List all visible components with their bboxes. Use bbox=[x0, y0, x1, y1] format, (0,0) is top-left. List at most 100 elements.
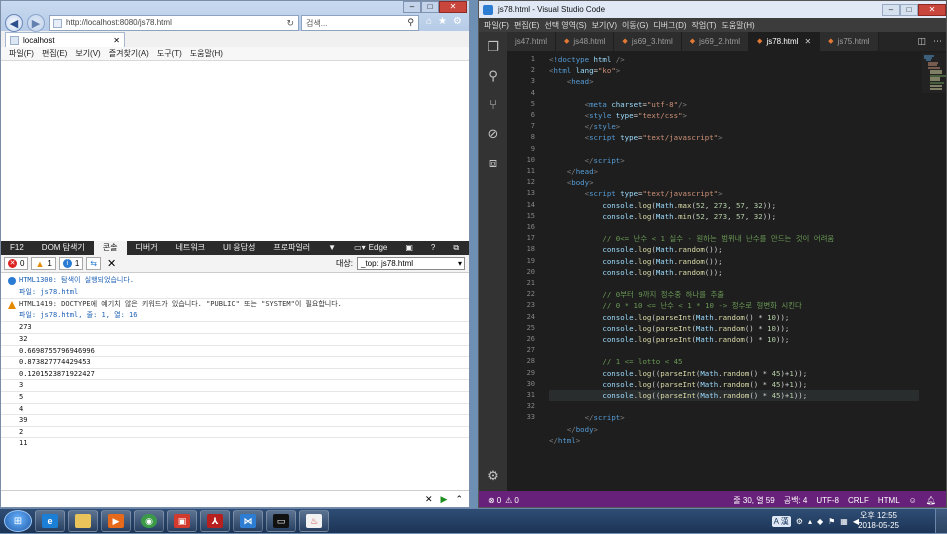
explorer-icon[interactable]: ❐ bbox=[486, 40, 500, 54]
line-ending[interactable]: CRLF bbox=[848, 496, 869, 505]
extensions-icon[interactable]: ⧈ bbox=[486, 156, 500, 170]
forward-button[interactable]: ▶ bbox=[27, 14, 45, 32]
editor-tab[interactable]: ◆ js69_3.html bbox=[614, 32, 682, 51]
indentation[interactable]: 공백: 4 bbox=[784, 495, 808, 506]
taskbar-java[interactable]: ♨ bbox=[299, 510, 329, 532]
gear-icon[interactable]: ⚙ bbox=[453, 16, 462, 27]
flag-icon[interactable]: ⚑ bbox=[828, 517, 835, 526]
ie-menu-favorites[interactable]: 즐겨찾기(A) bbox=[109, 48, 149, 59]
taskbar-app-red[interactable]: ▣ bbox=[167, 510, 197, 532]
smiley-feedback-icon[interactable]: ☺ bbox=[909, 496, 917, 505]
message-source-link[interactable]: 파일: js78.html, 줄: 1, 열: 16 bbox=[1, 310, 469, 322]
editor-tab[interactable]: js47.html bbox=[507, 32, 557, 51]
close-button[interactable]: ✕ bbox=[439, 1, 467, 13]
target-select[interactable]: _top: js78.html ▾ bbox=[357, 257, 465, 270]
source-control-icon[interactable]: ⑂ bbox=[486, 98, 500, 112]
more-tabs-icon[interactable]: ▼ bbox=[319, 241, 345, 255]
expand-input-icon[interactable]: ⌃ bbox=[455, 494, 463, 505]
tray-arrow-icon[interactable]: ▴ bbox=[808, 517, 812, 526]
language-mode[interactable]: HTML bbox=[878, 496, 900, 505]
taskbar-explorer[interactable] bbox=[68, 510, 98, 532]
home-icon[interactable]: ⌂ bbox=[426, 16, 432, 27]
search-icon[interactable]: ⚲ bbox=[486, 69, 500, 83]
minimize-button[interactable]: – bbox=[882, 3, 900, 16]
menu-selection[interactable]: 선택 영역(S) bbox=[544, 20, 586, 31]
minimize-button[interactable]: – bbox=[403, 1, 421, 13]
address-text[interactable]: http://localhost:8080/js78.html bbox=[66, 18, 172, 27]
clear-on-nav-toggle[interactable]: ⇆ bbox=[86, 257, 101, 270]
bell-icon[interactable]: 🔔︎ bbox=[926, 496, 936, 505]
tab-network[interactable]: 네트워크 bbox=[167, 241, 214, 255]
maximize-button[interactable]: □ bbox=[421, 1, 439, 13]
error-filter[interactable]: ✕ 0 bbox=[4, 257, 29, 270]
menu-debug[interactable]: 디버그(D) bbox=[653, 20, 686, 31]
devtools-close-icon[interactable]: ✕ bbox=[468, 241, 469, 255]
start-button[interactable]: ⊞ bbox=[4, 510, 32, 532]
search-input[interactable]: 검색... bbox=[306, 18, 327, 29]
editor-tab[interactable]: ◆ js75.html bbox=[820, 32, 879, 51]
tab-console[interactable]: 콘솔 bbox=[93, 241, 127, 255]
tab-close-icon[interactable]: ✕ bbox=[804, 32, 811, 51]
ie-tab-localhost[interactable]: localhost ✕ bbox=[5, 32, 125, 47]
address-bar[interactable]: http://localhost:8080/js78.html ↻ bbox=[49, 15, 299, 31]
warning-filter[interactable]: ▲ 1 bbox=[31, 257, 56, 270]
show-desktop-button[interactable] bbox=[935, 509, 947, 534]
tab-debugger[interactable]: 디버거 bbox=[127, 241, 167, 255]
search-icon[interactable]: ⚲ bbox=[407, 17, 414, 28]
close-button[interactable]: ✕ bbox=[918, 3, 946, 16]
maximize-button[interactable]: □ bbox=[900, 3, 918, 16]
more-actions-icon[interactable]: ⋯ bbox=[931, 36, 946, 47]
tab-ui-responsiveness[interactable]: UI 응답성 bbox=[214, 241, 264, 255]
clear-input-icon[interactable]: ✕ bbox=[425, 494, 433, 505]
console-input[interactable]: ✕ ▶ ⌃ bbox=[1, 490, 469, 507]
menu-help[interactable]: 도움말(H) bbox=[721, 20, 754, 31]
code-editor[interactable]: 1 2 3 4 5 6 7 8 9 10 11 12 13 14 15 16 17 18 19 20 21 22 23 24 2… bbox=[507, 51, 947, 491]
run-icon[interactable]: ▶ bbox=[441, 494, 448, 505]
editor-tab[interactable]: ◆ js48.html bbox=[556, 32, 615, 51]
tray-app-icon[interactable]: ◆ bbox=[817, 517, 823, 526]
taskbar-vscode[interactable]: ⋈ bbox=[233, 510, 263, 532]
split-editor-icon[interactable]: ◫ bbox=[912, 36, 931, 47]
menu-edit[interactable]: 편집(E) bbox=[514, 20, 539, 31]
ime-indicator[interactable]: A 漢 bbox=[771, 515, 791, 527]
ie-menu-tools[interactable]: 도구(T) bbox=[157, 48, 182, 59]
menu-file[interactable]: 파일(F) bbox=[484, 20, 509, 31]
menu-go[interactable]: 이동(G) bbox=[622, 20, 648, 31]
menu-view[interactable]: 보기(V) bbox=[592, 20, 617, 31]
taskbar-ie[interactable]: e bbox=[35, 510, 65, 532]
refresh-icon[interactable]: ↻ bbox=[286, 18, 294, 29]
taskbar-terminal[interactable]: ▭ bbox=[266, 510, 296, 532]
ime-settings-icon[interactable]: ⚙ bbox=[796, 517, 803, 526]
minimap[interactable] bbox=[922, 53, 947, 93]
problems-indicator[interactable]: ⊗ 0 ⚠ 0 bbox=[488, 496, 519, 505]
clear-console-icon[interactable]: ✕ bbox=[107, 257, 116, 270]
menu-tasks[interactable]: 작업(T) bbox=[692, 20, 717, 31]
help-icon[interactable]: ? bbox=[422, 241, 444, 255]
emulation-selector[interactable]: ▭▾ Edge bbox=[345, 241, 396, 255]
tab-f12[interactable]: F12 bbox=[1, 241, 33, 255]
undock-icon[interactable]: ⧉ bbox=[444, 241, 468, 255]
taskbar-acrobat[interactable]: ⅄ bbox=[200, 510, 230, 532]
search-box[interactable]: 검색... ⚲ bbox=[301, 15, 419, 31]
encoding[interactable]: UTF-8 bbox=[816, 496, 839, 505]
ie-menu-edit[interactable]: 편집(E) bbox=[42, 48, 67, 59]
tab-close-icon[interactable]: ✕ bbox=[113, 36, 120, 45]
message-source-link[interactable]: 파일: js78.html bbox=[1, 287, 469, 299]
ie-menu-file[interactable]: 파일(F) bbox=[9, 48, 34, 59]
editor-tab[interactable]: ◆ js69_2.html bbox=[681, 32, 750, 51]
taskbar-chrome[interactable]: ◉ bbox=[134, 510, 164, 532]
gear-icon[interactable]: ⚙ bbox=[486, 469, 500, 483]
cursor-position[interactable]: 줄 30, 열 59 bbox=[733, 495, 774, 506]
debug-icon[interactable]: ⊘ bbox=[486, 127, 500, 141]
tab-dom-explorer[interactable]: DOM 탐색기 bbox=[33, 241, 94, 255]
network-icon[interactable]: ▦ bbox=[840, 517, 848, 526]
editor-tab-active[interactable]: ◆ js78.html ✕ bbox=[749, 32, 821, 51]
back-button[interactable]: ◀ bbox=[5, 14, 23, 32]
clock[interactable]: 오후 12:55 2018-05-25 bbox=[858, 511, 899, 531]
favorites-icon[interactable]: ★ bbox=[438, 16, 447, 27]
console-toggle-icon[interactable]: ▣ bbox=[396, 241, 422, 255]
info-filter[interactable]: i1 bbox=[58, 257, 84, 270]
taskbar-media[interactable]: ▶ bbox=[101, 510, 131, 532]
tab-profiler[interactable]: 프로파일러 bbox=[264, 241, 319, 255]
ie-menu-help[interactable]: 도움말(H) bbox=[190, 48, 223, 59]
